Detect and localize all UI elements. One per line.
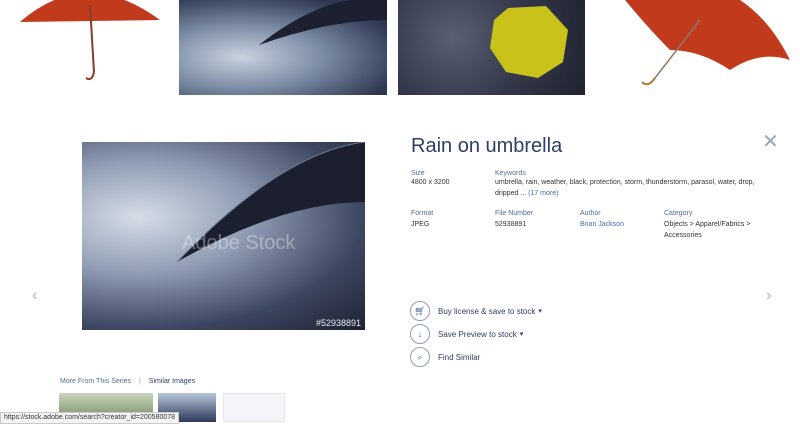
image-number: #52938891 [315,318,361,328]
file-number-label: File Number [495,210,534,217]
red-umbrella-image [625,0,790,86]
buy-license-label: Buy license & save to stock [438,306,536,316]
find-similar-label: Find Similar [438,352,481,362]
save-preview-button[interactable]: ↓ Save Preview to stock ▾ [410,324,523,344]
keywords-value: umbrella, rain, weather, black, protecti… [495,177,765,199]
keywords-more-link[interactable]: (17 more) [528,190,558,197]
search-icon: ⌕ [410,347,430,367]
size-label: Size [411,170,425,177]
thumbnail-black-umbrella-rain[interactable] [179,0,387,95]
format-label: Format [411,210,434,217]
thumbnail-red-umbrella-1[interactable] [10,0,160,95]
black-umbrella-image [259,0,387,45]
author-link[interactable]: Brian Jackson [580,219,624,230]
close-icon[interactable]: ✕ [762,132,779,152]
download-icon: ↓ [410,324,430,344]
save-preview-label: Save Preview to stock [438,329,517,339]
chevron-down-icon: ▾ [538,308,542,315]
author-label: Author [580,210,601,217]
keywords-label: Keywords [495,170,526,177]
find-similar-button[interactable]: ⌕ Find Similar [410,347,480,367]
watermark: Adobe Stock [182,232,296,254]
thumbnail-yellow-umbrella[interactable] [398,0,585,95]
buy-license-button[interactable]: 🛒︎ Buy license & save to stock ▾ [410,301,542,321]
cart-icon: 🛒︎ [410,301,430,321]
chevron-down-icon: ▾ [519,331,524,338]
page-title: Rain on umbrella [411,135,563,157]
chevron-right-icon[interactable]: › [766,287,771,305]
file-number-value: 52938891 [495,221,527,228]
category-value[interactable]: Objects > Apparel/Fabrics > Accessories [664,219,764,241]
status-bar-url: https://stock.adobe.com/search?creator_i… [0,412,180,424]
tab-separator: | [139,378,141,385]
related-tabs: More From This Series | Similar Images [60,378,195,385]
tab-more-from-series[interactable]: More From This Series [60,378,131,385]
tab-similar-images[interactable]: Similar Images [149,378,195,385]
thumbnail-red-umbrella-2[interactable] [610,0,795,95]
related-thumbnail[interactable] [223,393,285,422]
format-value: JPEG [411,221,430,228]
size-value: 4800 x 3200 [411,179,450,186]
chevron-left-icon[interactable]: ‹ [32,287,37,305]
red-umbrella-image [20,0,160,81]
yellow-umbrella-image [490,6,568,78]
category-label: Category [664,210,693,217]
preview-image: Adobe Stock #52938891 [82,142,365,330]
